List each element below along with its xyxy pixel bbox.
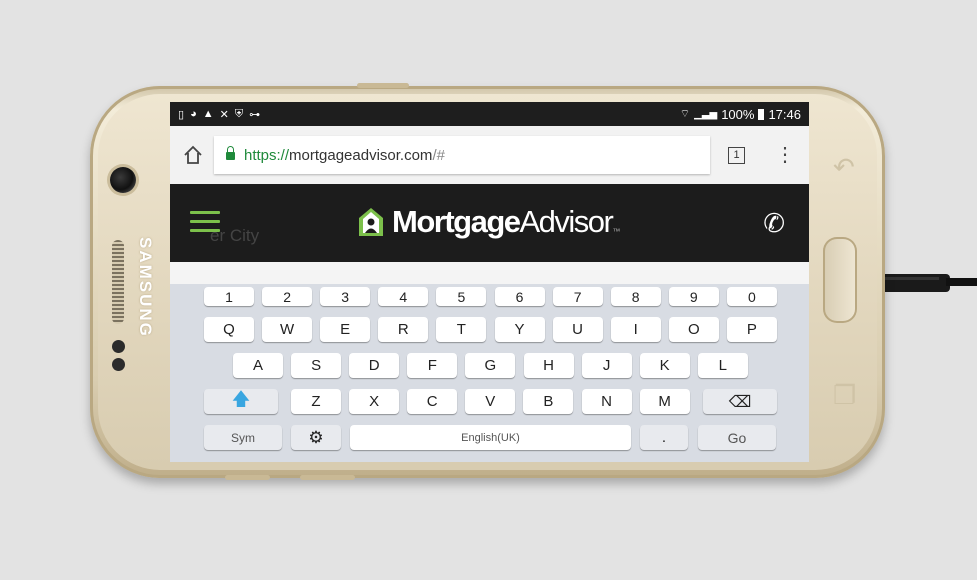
key-u[interactable]: U [552,317,603,342]
shift-key[interactable]: 🡅 [204,389,278,414]
shield-icon: ⛨ [234,107,244,120]
key-c[interactable]: C [407,389,458,414]
key-z[interactable]: Z [291,389,341,414]
key-n[interactable]: N [581,389,632,414]
key-l[interactable]: L [697,353,748,378]
url-path: /# [432,146,445,164]
key-8[interactable]: 8 [610,287,661,306]
key-o[interactable]: O [668,317,719,342]
sim-icon: ▯ [178,108,185,121]
space-bar[interactable]: English(UK) [350,425,631,450]
status-icons: ▯ ◕ ▲ ✕ ⛨ ⊶ [178,108,260,121]
house-logo-icon [359,208,383,236]
usb-cable [880,274,977,292]
no-signal-icon: ✕ [219,108,229,121]
signal-icon: ▁▃▅ [694,108,718,120]
key-icon: ⊶ [249,108,261,121]
key-1[interactable]: 1 [204,287,254,306]
logo-text: MortgageAdvisor [392,204,614,239]
side-button [300,475,355,480]
warning-icon: ▲ [202,108,214,120]
key-k[interactable]: K [639,353,690,378]
key-b[interactable]: B [523,389,574,414]
site-logo[interactable]: MortgageAdvisor ™ [358,202,620,242]
key-m[interactable]: M [639,389,690,414]
letter-row-3: 🡅 ⌫ ZXCVBNM [170,389,809,425]
address-bar[interactable]: https:// mortgageadvisor.com /# [214,136,710,174]
key-t[interactable]: T [436,317,487,342]
settings-gear-icon[interactable]: ⚙ [291,425,341,450]
key-a[interactable]: A [233,353,283,378]
recent-apps-key-icon[interactable]: ❐ [833,380,856,411]
battery-icon [758,108,765,120]
home-icon[interactable] [182,144,204,166]
bottom-row: Sym ⚙ English(UK) . Go [170,425,809,461]
url-host: mortgageadvisor.com [289,146,433,164]
site-header: er City MortgageAdvisor ™ ✆ [170,184,809,262]
logo-trademark: ™ [612,227,621,236]
proximity-sensor [112,340,125,353]
key-d[interactable]: D [349,353,400,378]
tab-switcher-button[interactable]: 1 [728,146,745,164]
letter-row-2: ASDFGHJKL [170,353,809,389]
key-9[interactable]: 9 [668,287,719,306]
key-6[interactable]: 6 [494,287,545,306]
backspace-key[interactable]: ⌫ [703,389,777,414]
key-i[interactable]: I [610,317,661,342]
key-4[interactable]: 4 [378,287,429,306]
key-q[interactable]: Q [204,317,254,342]
period-key[interactable]: . [640,425,688,450]
url-scheme: https:// [244,146,290,164]
key-j[interactable]: J [581,353,632,378]
light-sensor [112,358,125,371]
key-e[interactable]: E [320,317,371,342]
key-2[interactable]: 2 [262,287,313,306]
status-bar: ▯ ◕ ▲ ✕ ⛨ ⊶ ⌔ ▁▃▅ 100% 17:46 [170,102,809,126]
key-7[interactable]: 7 [552,287,603,306]
key-w[interactable]: W [262,317,313,342]
lock-icon [226,146,235,160]
brand-logo: SAMSUNG [136,237,155,338]
earpiece-speaker [112,240,124,324]
phone-screen: ▯ ◕ ▲ ✕ ⛨ ⊶ ⌔ ▁▃▅ 100% 17:46 https:// mo… [170,102,809,462]
data-saver-icon: ◕ [190,108,197,120]
key-5[interactable]: 5 [436,287,487,306]
phone-call-icon[interactable]: ✆ [763,208,785,239]
key-0[interactable]: 0 [726,287,777,306]
power-button [225,475,270,480]
key-v[interactable]: V [465,389,516,414]
key-r[interactable]: R [378,317,429,342]
key-p[interactable]: P [726,317,777,342]
browser-toolbar: https:// mortgageadvisor.com /# 1 ⋮ [170,126,809,184]
go-key[interactable]: Go [698,425,776,450]
number-row: 1234567890 [170,287,809,317]
key-x[interactable]: X [349,389,400,414]
clock: 17:46 [768,106,801,122]
key-f[interactable]: F [407,353,458,378]
volume-button [357,83,409,88]
key-3[interactable]: 3 [320,287,371,306]
sym-key[interactable]: Sym [204,425,282,450]
back-key-icon[interactable]: ↶ [833,152,855,183]
overflow-menu-icon[interactable]: ⋮ [775,145,795,165]
battery-percent: 100% [721,106,755,122]
key-s[interactable]: S [291,353,342,378]
hamburger-menu-icon[interactable] [190,211,220,238]
status-right: ⌔ ▁▃▅ 100% 17:46 [680,107,801,122]
letter-row-1: QWERTYUIOP [170,317,809,353]
key-h[interactable]: H [523,353,574,378]
key-g[interactable]: G [465,353,516,378]
front-camera [110,167,136,193]
home-button[interactable] [823,237,857,323]
key-y[interactable]: Y [494,317,545,342]
wifi-icon: ⌔ [679,108,691,120]
on-screen-keyboard: 1234567890 QWERTYUIOP ASDFGHJKL 🡅 ⌫ ZXCV… [170,284,809,462]
